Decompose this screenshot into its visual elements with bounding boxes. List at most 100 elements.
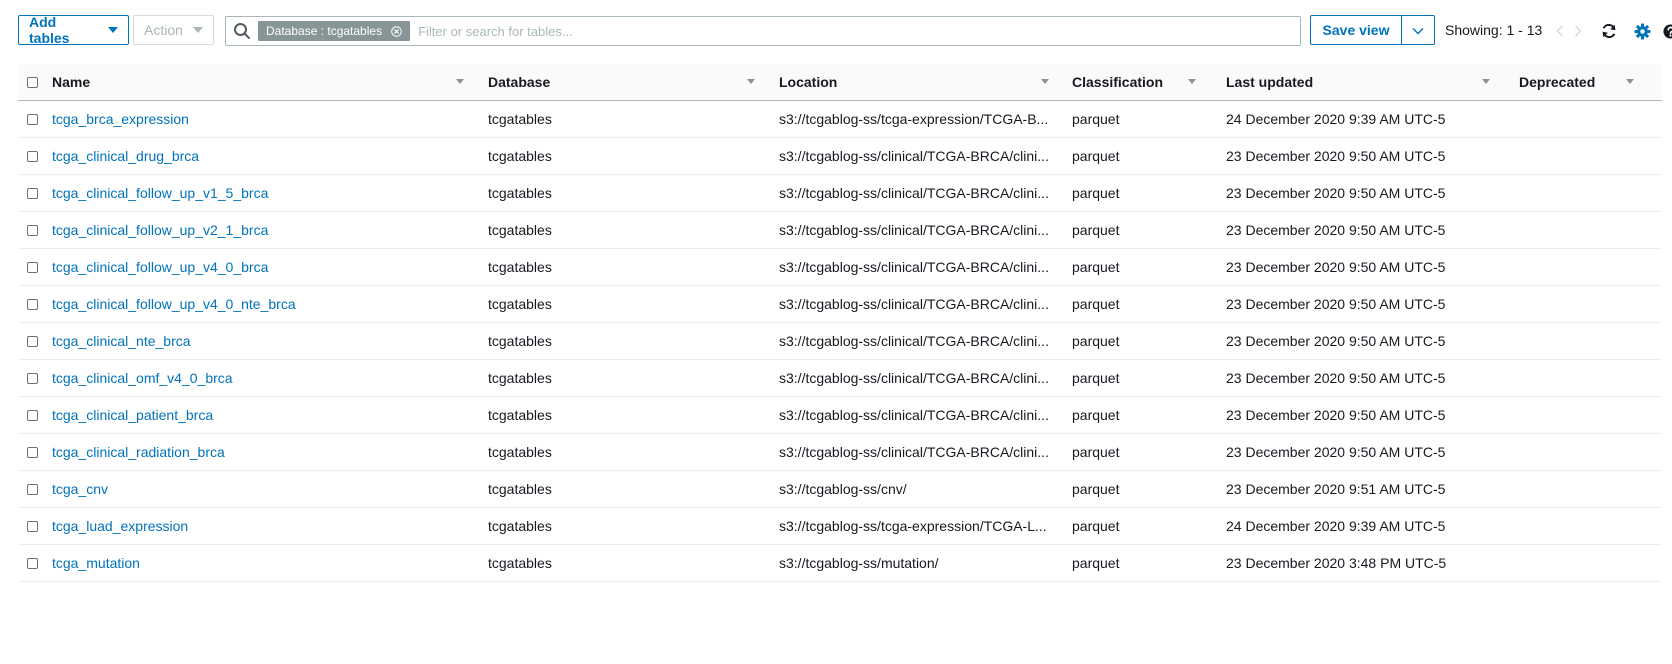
help-icon[interactable]	[1661, 22, 1672, 40]
table-row: tcga_clinical_follow_up_v1_5_brca tcgata…	[18, 175, 1662, 212]
column-header-database[interactable]: Database	[488, 64, 778, 100]
sort-caret-icon[interactable]	[456, 79, 464, 84]
row-checkbox[interactable]	[27, 150, 38, 162]
select-all-checkbox[interactable]	[27, 76, 38, 88]
row-checkbox[interactable]	[27, 261, 38, 273]
row-checkbox[interactable]	[27, 520, 38, 532]
row-checkbox[interactable]	[27, 113, 38, 125]
deprecated-cell	[1519, 471, 1659, 507]
classification-cell: parquet	[1072, 370, 1120, 386]
classification-cell: parquet	[1072, 259, 1120, 275]
location-cell: s3://tcgablog-ss/tcga-expression/TCGA-B.…	[779, 101, 1059, 137]
gear-icon[interactable]	[1633, 22, 1651, 40]
sort-caret-icon[interactable]	[747, 79, 755, 84]
database-cell: tcgatables	[488, 185, 552, 201]
table-name-link[interactable]: tcga_clinical_omf_v4_0_brca	[52, 370, 233, 386]
row-select-cell	[27, 545, 47, 581]
row-select-cell	[27, 360, 47, 396]
filter-token-label: Database : tcgatables	[266, 24, 383, 38]
table-name-link[interactable]: tcga_clinical_drug_brca	[52, 148, 199, 164]
table-name-cell: tcga_clinical_follow_up_v1_5_brca	[52, 175, 482, 211]
table-name-link[interactable]: tcga_clinical_nte_brca	[52, 333, 191, 349]
last-updated-cell: 24 December 2020 9:39 AM UTC-5	[1226, 111, 1446, 127]
classification-cell: parquet	[1072, 333, 1120, 349]
save-view-button[interactable]: Save view	[1310, 15, 1402, 45]
column-header-name-label: Name	[52, 74, 91, 90]
row-checkbox[interactable]	[27, 409, 38, 421]
row-checkbox[interactable]	[27, 372, 38, 384]
table-name-link[interactable]: tcga_luad_expression	[52, 518, 188, 534]
location-text: s3://tcgablog-ss/clinical/TCGA-BRCA/clin…	[779, 407, 1049, 423]
table-name-cell: tcga_clinical_follow_up_v4_0_nte_brca	[52, 286, 482, 322]
search-input[interactable]	[416, 17, 1300, 45]
next-page-icon[interactable]	[1571, 23, 1585, 39]
table-name-link[interactable]: tcga_clinical_follow_up_v4_0_nte_brca	[52, 296, 296, 312]
deprecated-cell	[1519, 508, 1659, 544]
caret-down-icon	[108, 27, 118, 33]
row-checkbox[interactable]	[27, 446, 38, 458]
location-cell: s3://tcgablog-ss/cnv/	[779, 471, 1059, 507]
table-name-link[interactable]: tcga_clinical_patient_brca	[52, 407, 213, 423]
column-header-last-updated[interactable]: Last updated	[1226, 64, 1506, 100]
refresh-icon[interactable]	[1600, 22, 1618, 40]
sort-caret-icon[interactable]	[1041, 79, 1049, 84]
location-text: s3://tcgablog-ss/clinical/TCGA-BRCA/clin…	[779, 148, 1049, 164]
action-button[interactable]: Action	[133, 15, 214, 45]
deprecated-cell	[1519, 434, 1659, 470]
table-name-link[interactable]: tcga_cnv	[52, 481, 108, 497]
table-name-link[interactable]: tcga_clinical_follow_up_v4_0_brca	[52, 259, 268, 275]
row-select-cell	[27, 471, 47, 507]
table-row: tcga_mutation tcgatables s3://tcgablog-s…	[18, 545, 1662, 582]
deprecated-cell	[1519, 323, 1659, 359]
search-box[interactable]: Database : tcgatables	[225, 16, 1301, 46]
table-name-link[interactable]: tcga_brca_expression	[52, 111, 189, 127]
table-row: tcga_clinical_follow_up_v4_0_brca tcgata…	[18, 249, 1662, 286]
column-header-deprecated[interactable]: Deprecated	[1519, 64, 1659, 100]
table-row: tcga_clinical_follow_up_v4_0_nte_brca tc…	[18, 286, 1662, 323]
classification-cell: parquet	[1072, 555, 1120, 571]
table-name-link[interactable]: tcga_clinical_radiation_brca	[52, 444, 225, 460]
location-text: s3://tcgablog-ss/clinical/TCGA-BRCA/clin…	[779, 222, 1049, 238]
last-updated-cell: 23 December 2020 3:48 PM UTC-5	[1226, 555, 1447, 571]
row-checkbox[interactable]	[27, 224, 38, 236]
column-header-name[interactable]: Name	[52, 64, 482, 100]
deprecated-cell	[1519, 545, 1659, 581]
select-all-cell	[27, 64, 47, 100]
sort-caret-icon[interactable]	[1482, 79, 1490, 84]
table-row: tcga_clinical_omf_v4_0_brca tcgatables s…	[18, 360, 1662, 397]
deprecated-cell	[1519, 249, 1659, 285]
showing-count: Showing: 1 - 13	[1445, 22, 1543, 38]
row-select-cell	[27, 323, 47, 359]
previous-page-icon[interactable]	[1553, 23, 1567, 39]
location-cell: s3://tcgablog-ss/clinical/TCGA-BRCA/clin…	[779, 249, 1059, 285]
row-select-cell	[27, 434, 47, 470]
table-name-cell: tcga_clinical_follow_up_v4_0_brca	[52, 249, 482, 285]
classification-cell: parquet	[1072, 296, 1120, 312]
column-header-location[interactable]: Location	[779, 64, 1059, 100]
table-name-cell: tcga_brca_expression	[52, 101, 482, 137]
table-row: tcga_luad_expression tcgatables s3://tcg…	[18, 508, 1662, 545]
row-checkbox[interactable]	[27, 557, 38, 569]
column-header-database-label: Database	[488, 74, 551, 90]
toolbar: Add tables Action Database : tcgatables	[18, 14, 1672, 47]
sort-caret-icon[interactable]	[1188, 79, 1196, 84]
row-checkbox[interactable]	[27, 335, 38, 347]
row-checkbox[interactable]	[27, 187, 38, 199]
tables-table: Name Database Location Classification La…	[18, 64, 1662, 582]
last-updated-cell: 23 December 2020 9:50 AM UTC-5	[1226, 333, 1446, 349]
add-tables-button[interactable]: Add tables	[18, 14, 129, 46]
table-row: tcga_clinical_patient_brca tcgatables s3…	[18, 397, 1662, 434]
row-select-cell	[27, 212, 47, 248]
database-cell: tcgatables	[488, 407, 552, 423]
location-cell: s3://tcgablog-ss/clinical/TCGA-BRCA/clin…	[779, 175, 1059, 211]
table-name-link[interactable]: tcga_mutation	[52, 555, 140, 571]
sort-caret-icon[interactable]	[1626, 79, 1634, 84]
row-checkbox[interactable]	[27, 298, 38, 310]
database-cell: tcgatables	[488, 333, 552, 349]
row-checkbox[interactable]	[27, 483, 38, 495]
table-name-link[interactable]: tcga_clinical_follow_up_v1_5_brca	[52, 185, 268, 201]
table-name-link[interactable]: tcga_clinical_follow_up_v2_1_brca	[52, 222, 268, 238]
remove-token-icon[interactable]	[390, 25, 402, 37]
classification-cell: parquet	[1072, 481, 1120, 497]
save-view-menu-button[interactable]	[1401, 15, 1435, 45]
